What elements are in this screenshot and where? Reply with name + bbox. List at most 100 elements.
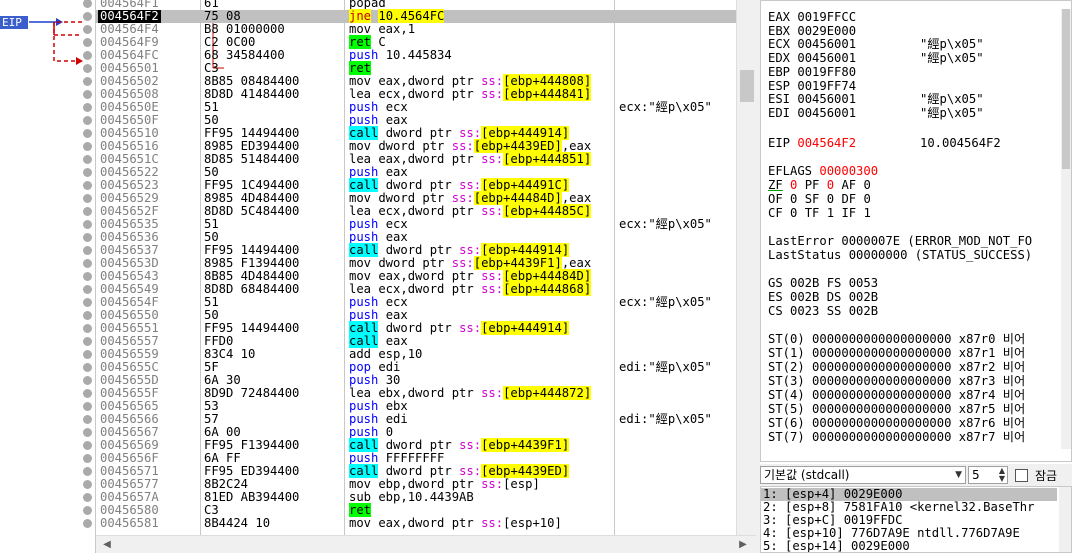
disasm-row[interactable]: 00456535 51 push ecx ecx:"經p\x05" [96,218,736,231]
scroll-thumb[interactable] [1062,9,1070,169]
breakpoint-dot[interactable] [83,51,92,60]
disasm-row[interactable]: 00456581 8B4424 10 mov eax,dword ptr ss:[e… [96,517,736,530]
disasm-row[interactable]: 0045654F 51 push ecx ecx:"經p\x05" [96,296,736,309]
address[interactable]: 00456581 [100,517,159,530]
register-esi[interactable]: ESI 00456001 "經p\x05" [768,92,984,106]
register-ebp[interactable]: EBP 0019FF80 [768,65,856,79]
flag-tf-value[interactable]: 1 [827,206,834,220]
breakpoint-dot[interactable] [83,467,92,476]
register-value[interactable]: 00000300 [819,164,878,178]
fpu-register[interactable]: ST(3) 0000000000000000000 x87r3 비어 [768,375,1025,388]
breakpoint-dot[interactable] [83,298,92,307]
breakpoint-dot[interactable] [83,220,92,229]
flag-df-value[interactable]: 0 [863,192,870,206]
breakpoint-dot[interactable] [83,12,92,21]
calling-convention-select[interactable]: 기본값 (stdcall) ▼ [760,466,966,484]
register-eflags[interactable]: EFLAGS 00000300 [768,165,878,178]
breakpoint-dot[interactable] [83,90,92,99]
breakpoint-dot[interactable] [83,389,92,398]
register-eip[interactable]: EIP 004564F2 10.004564F2 [768,136,1001,150]
breakpoint-dot[interactable] [83,285,92,294]
lock-checkbox[interactable] [1015,469,1028,482]
breakpoint-dot[interactable] [83,272,92,281]
flag-af-value[interactable]: 0 [863,178,870,192]
registers-scrollbar[interactable] [1061,9,1071,449]
breakpoint-dot[interactable] [83,168,92,177]
scroll-right-icon[interactable]: ▶ [736,538,750,552]
scroll-left-icon[interactable]: ◀ [100,538,114,552]
breakpoint-dot[interactable] [83,402,92,411]
flag-sf-value[interactable]: 0 [827,192,834,206]
breakpoint-dot[interactable] [83,428,92,437]
register-value[interactable]: 0019FF80 [797,65,856,79]
breakpoint-dot[interactable] [83,233,92,242]
register-esp[interactable]: ESP 0019FF74 [768,79,856,93]
disassembly-vscrollbar[interactable] [736,0,756,535]
breakpoint-dot[interactable] [83,337,92,346]
fpu-register[interactable]: ST(2) 0000000000000000000 x87r2 비어 [768,361,1025,374]
breakpoint-dot[interactable] [83,116,92,125]
breakpoint-dot[interactable] [83,155,92,164]
breakpoint-dot[interactable] [83,38,92,47]
disasm-row[interactable]: 00456566 57 push edi edi:"經p\x05" [96,413,736,426]
stack-args-panel[interactable]: 1: [esp+4] 0029E000 2: [esp+8] 7581FA10 <… [760,486,1072,553]
breakpoint-dot[interactable] [83,25,92,34]
disasm-row[interactable]: 004564FC 68 34584400 push 10.445834 [96,49,736,62]
breakpoint-dot[interactable] [83,142,92,151]
breakpoint-dot[interactable] [83,259,92,268]
fpu-register[interactable]: ST(4) 0000000000000000000 x87r4 비어 [768,389,1025,402]
fpu-register[interactable]: ST(5) 0000000000000000000 x87r5 비어 [768,403,1025,416]
breakpoint-dot[interactable] [83,493,92,502]
disassembly-hscrollbar[interactable]: ◀ ▶ [96,535,756,553]
register-value[interactable]: 004564F2 [797,136,856,150]
disasm-row[interactable]: 0045655C 5F pop edi edi:"經p\x05" [96,361,736,374]
breakpoint-dot[interactable] [83,415,92,424]
breakpoint-dot[interactable] [83,441,92,450]
breakpoint-dot[interactable] [83,181,92,190]
breakpoint-dot[interactable] [83,506,92,515]
register-edi[interactable]: EDI 00456001 "經p\x05" [768,106,984,120]
disassembly-view[interactable]: 004564F1 61 popad 004564F2 75 08 jne 10.4564F… [96,0,736,535]
disasm-row[interactable]: 0045650E 51 push ecx ecx:"經p\x05" [96,101,736,114]
flag-zf-value[interactable]: 0 [790,178,797,192]
breakpoint-dot[interactable] [83,103,92,112]
flag-cf-value[interactable]: 0 [790,206,797,220]
register-value[interactable]: 00456001 [797,51,856,65]
flag-of-value[interactable]: 0 [790,192,797,206]
register-value[interactable]: 0019FF74 [797,79,856,93]
scroll-thumb[interactable] [740,70,754,102]
breakpoint-dot[interactable] [83,246,92,255]
breakpoint-dot[interactable] [83,64,92,73]
disasm-row[interactable]: 004564F2 75 08 jne 10.4564FC [96,9,736,23]
breakpoint-dot[interactable] [83,129,92,138]
disasm-row[interactable]: 00456551 FF95 14494400 call dword ptr ss:[… [96,321,736,335]
breakpoint-dot[interactable] [83,363,92,372]
register-value[interactable]: 00456001 [797,37,856,51]
register-eax[interactable]: EAX 0019FFCC [768,11,856,24]
register-value[interactable]: 00456001 [797,106,856,120]
flag-pf-value[interactable]: 0 [827,178,834,192]
flag-if-value[interactable]: 1 [863,206,870,220]
fpu-register[interactable]: ST(0) 0000000000000000000 x87r0 비어 [768,333,1025,346]
breakpoint-dot[interactable] [83,350,92,359]
breakpoint-dot[interactable] [83,77,92,86]
registers-panel[interactable]: EAX 0019FFCC EBX 0029E000 ECX 00456001 "經p\… [760,0,1072,462]
disasm-row[interactable]: 0045655F 8D9D 72484400 lea ebx,dword ptr s… [96,386,736,400]
breakpoint-dot[interactable] [83,207,92,216]
spin-arrows-icon[interactable]: ▲ ▼ [999,467,1005,483]
breakpoint-dot[interactable] [83,311,92,320]
stack-args-scrollbar[interactable] [1059,487,1071,552]
breakpoint-dot[interactable] [83,519,92,528]
breakpoint-dot[interactable] [83,480,92,489]
fpu-register[interactable]: ST(6) 0000000000000000000 x87r6 비어 [768,417,1025,430]
register-value[interactable]: 00456001 [797,92,856,106]
breakpoint-dot[interactable] [83,324,92,333]
register-value[interactable]: 0019FFCC [797,10,856,24]
stack-arg-row[interactable]: 5: [esp+14] 0029E000 [763,540,910,553]
disasm-row[interactable]: 0045651C 8D85 51484400 lea eax,dword ptr s… [96,152,736,166]
breakpoint-dot[interactable] [83,194,92,203]
arg-count-spinner[interactable]: 5 ▲ ▼ [968,466,1008,484]
register-edx[interactable]: EDX 00456001 "經p\x05" [768,51,984,65]
register-value[interactable]: 0029E000 [797,24,856,38]
fpu-register[interactable]: ST(7) 0000000000000000000 x87r7 비어 [768,431,1025,444]
